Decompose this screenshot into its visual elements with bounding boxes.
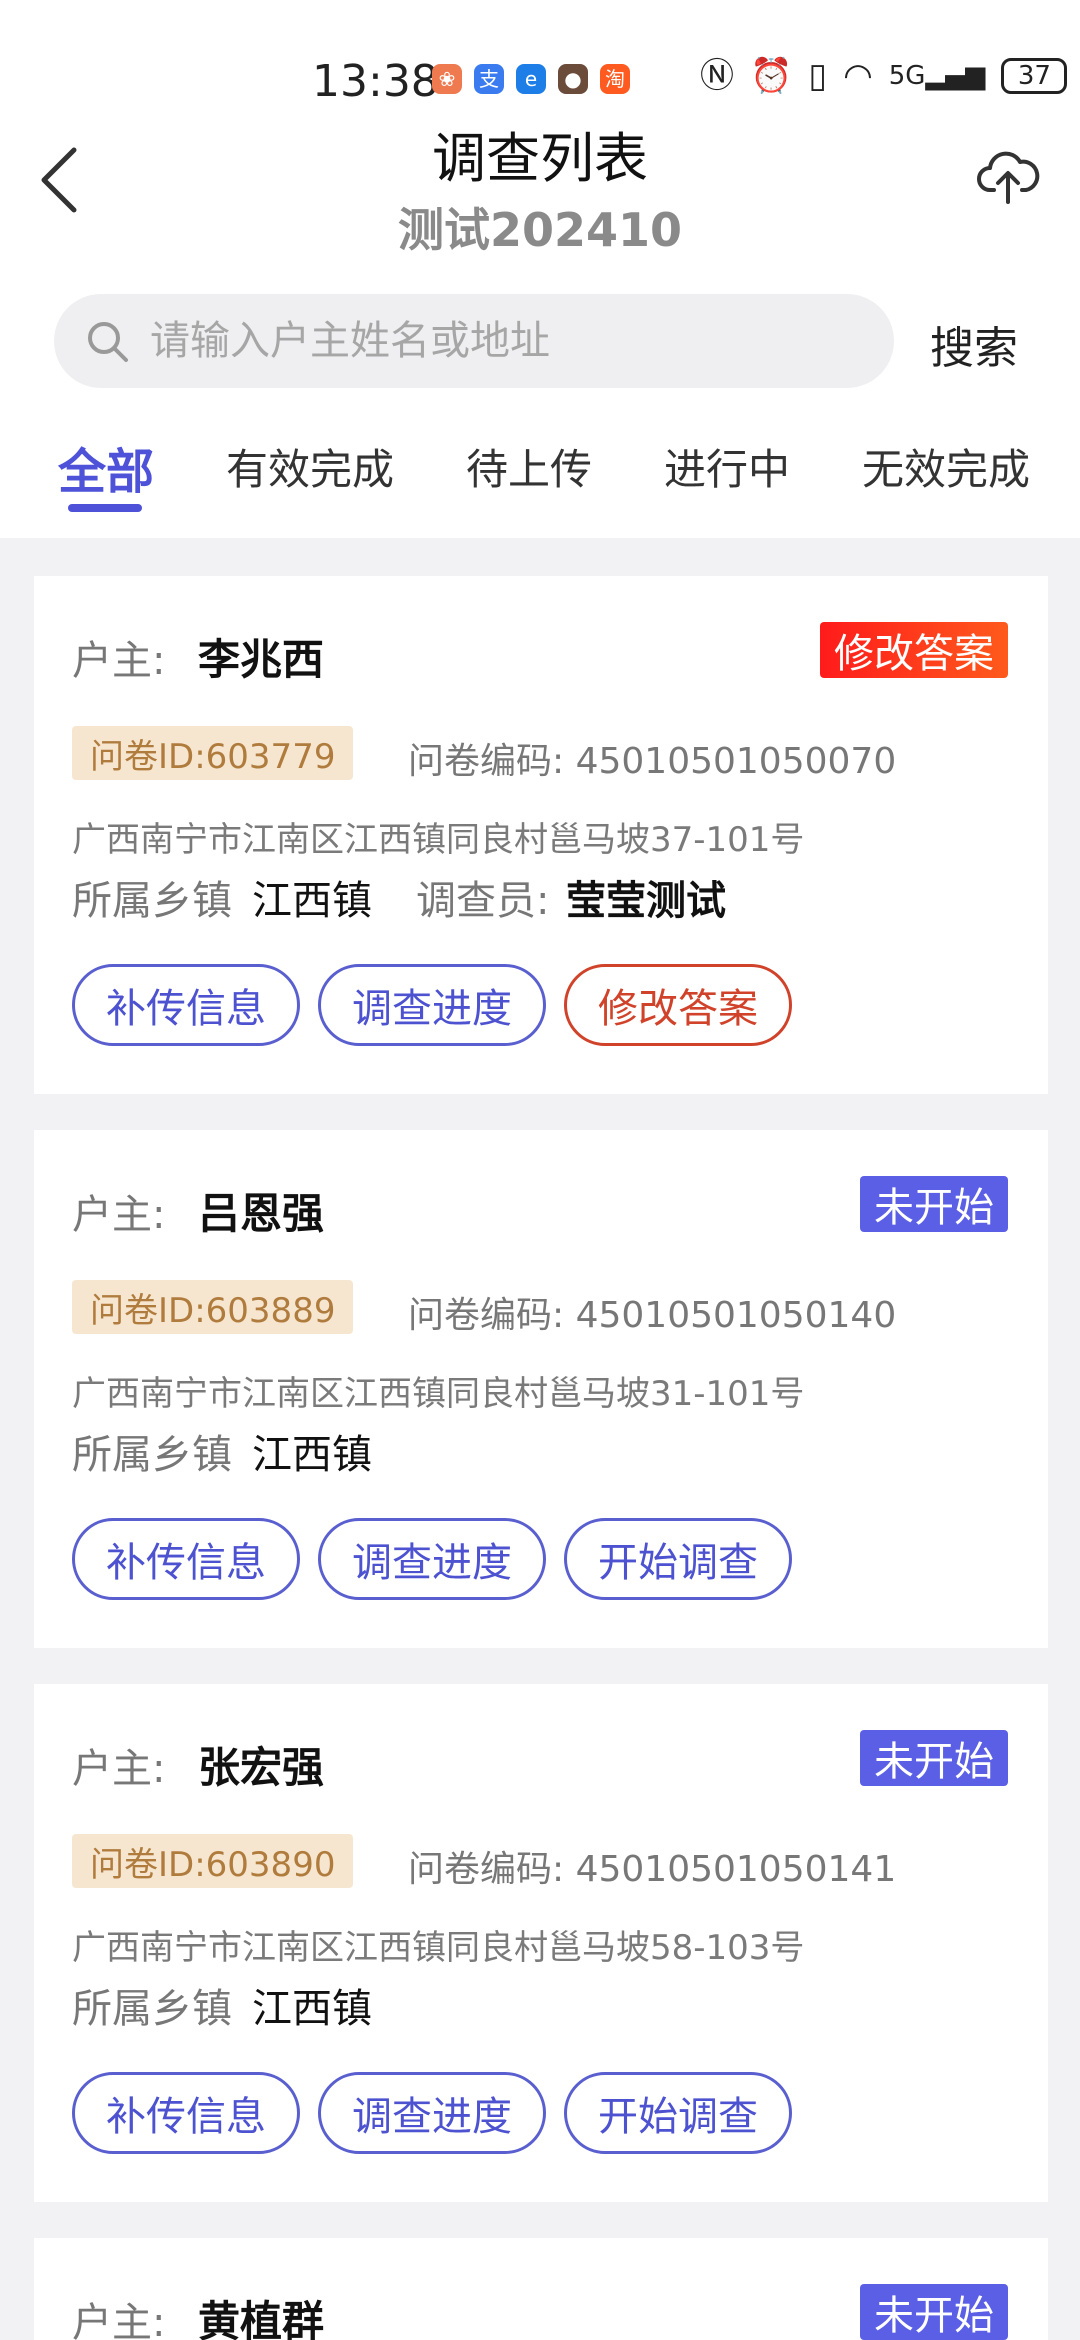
status-right: Ⓝ ⏰ ▯ ◠ 5G▂▄▆ 37 [700,56,1068,96]
network-type: 5G [888,61,926,91]
wifi-icon: ◠ [843,56,873,96]
survey-card[interactable]: 户主: 张宏强 未开始 问卷ID:603890 问卷编码: 4501050105… [34,1684,1048,2202]
address: 广西南宁市江南区江西镇同良村邕马坡31-101号 [72,1374,805,1414]
top-panel: 13:38 ❀ 支 e ● 淘 Ⓝ ⏰ ▯ ◠ 5G▂▄▆ 37 调查列表 测试… [0,0,1080,538]
survey-card[interactable]: 户主: 李兆西 修改答案 问卷ID:603779 问卷编码: 450105010… [34,576,1048,1094]
survey-progress-button[interactable]: 调查进度 [318,964,546,1046]
survey-progress-button[interactable]: 调查进度 [318,1518,546,1600]
search-button[interactable]: 搜索 [930,312,1018,376]
page-title: 调查列表 [432,127,648,190]
tab-in-progress[interactable]: 进行中 [664,436,790,497]
tab-all[interactable]: 全部 [58,432,154,502]
page-subtitle: 测试202410 [397,203,683,257]
town-value: 江西镇 [252,878,372,924]
survey-card[interactable]: 户主: 黄植群 未开始 [34,2238,1048,2340]
surveyor-label: 调查员: [416,878,550,924]
questionnaire-id: 问卷ID:603889 [72,1280,354,1334]
status-badge: 未开始 [860,2284,1008,2340]
app-icon-4: ● [558,64,588,94]
tab-active-indicator [68,504,142,512]
address: 广西南宁市江南区江西镇同良村邕马坡37-101号 [72,820,805,860]
app-header: 调查列表 测试202410 [0,110,1080,260]
tab-bar: 全部 有效完成 待上传 进行中 无效完成 [0,430,1080,530]
search-icon [88,322,128,362]
status-app-icons: ❀ 支 e ● 淘 [432,64,630,94]
surveyor-value: 莹莹测试 [566,878,726,924]
owner-name: 张宏强 [198,1743,325,1792]
status-bar: 13:38 ❀ 支 e ● 淘 Ⓝ ⏰ ▯ ◠ 5G▂▄▆ 37 [0,50,1080,110]
supplement-info-button[interactable]: 补传信息 [72,2072,300,2154]
town-label: 所属乡镇 [72,1432,232,1478]
questionnaire-code: 问卷编码: 45010501050141 [408,1849,897,1890]
start-survey-button[interactable]: 开始调查 [564,1518,792,1600]
owner-label: 户主: [72,1746,166,1792]
survey-card[interactable]: 户主: 吕恩强 未开始 问卷ID:603889 问卷编码: 4501050105… [34,1130,1048,1648]
owner-label: 户主: [72,638,166,684]
owner-name: 李兆西 [198,635,325,684]
address: 广西南宁市江南区江西镇同良村邕马坡58-103号 [72,1928,805,1968]
signal-icon: 5G▂▄▆ [888,61,986,91]
supplement-info-button[interactable]: 补传信息 [72,964,300,1046]
tab-pending-upload[interactable]: 待上传 [466,436,592,497]
taobao-icon: 淘 [600,64,630,94]
town-value: 江西镇 [252,1986,372,2032]
supplement-info-button[interactable]: 补传信息 [72,1518,300,1600]
battery-icon: 37 [1001,58,1068,94]
status-badge: 未开始 [860,1176,1008,1232]
survey-progress-button[interactable]: 调查进度 [318,2072,546,2154]
owner-label: 户主: [72,1192,166,1238]
owner-name: 黄植群 [198,2297,325,2340]
town-value: 江西镇 [252,1432,372,1478]
vibrate-icon: ▯ [808,56,828,96]
town-label: 所属乡镇 [72,878,232,924]
status-badge: 修改答案 [820,622,1008,678]
alarm-icon: ⏰ [750,56,793,96]
edit-answers-button[interactable]: 修改答案 [564,964,792,1046]
questionnaire-id: 问卷ID:603779 [72,726,354,780]
town-label: 所属乡镇 [72,1986,232,2032]
questionnaire-code: 问卷编码: 45010501050070 [408,741,897,782]
owner-name: 吕恩强 [198,1189,325,1238]
tab-valid-complete[interactable]: 有效完成 [226,436,394,497]
cloud-upload-icon [977,151,1040,204]
search-box[interactable] [54,294,894,388]
owner-label: 户主: [72,2300,166,2340]
browser-icon: e [516,64,546,94]
search-input[interactable] [150,310,870,372]
start-survey-button[interactable]: 开始调查 [564,2072,792,2154]
app-icon-1: ❀ [432,64,462,94]
upload-button[interactable] [976,144,1040,208]
alipay-icon: 支 [474,64,504,94]
questionnaire-id: 问卷ID:603890 [72,1834,354,1888]
questionnaire-code: 问卷编码: 45010501050140 [408,1295,897,1336]
status-badge: 未开始 [860,1730,1008,1786]
status-time: 13:38 [312,56,439,107]
tab-invalid-complete[interactable]: 无效完成 [862,436,1030,497]
nfc-icon: Ⓝ [700,56,734,96]
